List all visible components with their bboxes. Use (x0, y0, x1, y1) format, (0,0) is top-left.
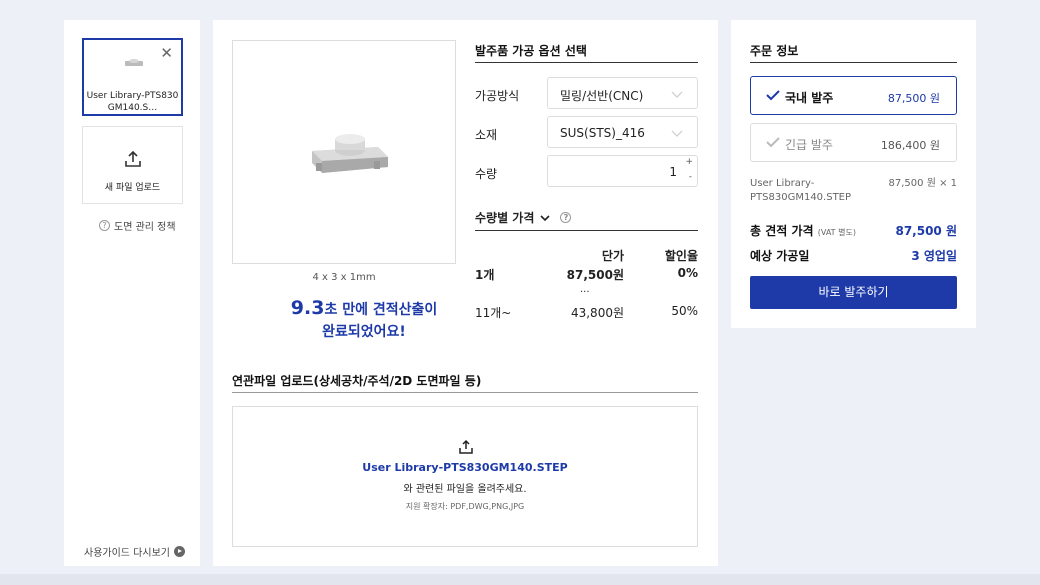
new-upload-label: 새 파일 업로드 (104, 183, 161, 193)
order-item-name: User Library-PTS830GM140.STEP (750, 178, 852, 203)
method-label: 가공방식 (475, 89, 520, 103)
options-title: 발주품 가공 옵션 선택 (475, 44, 587, 58)
related-divider (232, 392, 698, 393)
part-thumbnail (125, 59, 143, 66)
guide-label: 사용가이드 다시보기 (84, 548, 170, 559)
close-icon[interactable]: ✕ (160, 46, 173, 61)
price-row-discount: 0% (677, 266, 698, 280)
domestic-label: 국내 발주 (785, 91, 834, 105)
quantity-stepper[interactable]: 1 + - (547, 155, 698, 187)
policy-label: 도면 관리 정책 (114, 222, 176, 233)
file-name: User Library-PTS830GM140.S… (86, 91, 179, 113)
quote-time-text-2: 완료되었어요! (322, 324, 406, 340)
check-icon (766, 90, 780, 101)
check-icon (766, 137, 780, 148)
quote-time: 9.3 (290, 297, 325, 319)
options-divider (475, 62, 698, 63)
total-value: 87,500 원 (895, 224, 957, 238)
related-file-name: User Library-PTS830GM140.STEP (362, 461, 568, 474)
urgent-order-option[interactable]: 긴급 발주 186,400 원 (750, 123, 957, 162)
drawing-policy-link[interactable]: ? 도면 관리 정책 (99, 218, 176, 233)
new-file-upload-button[interactable]: 새 파일 업로드 (82, 126, 183, 204)
price-row-ellipsis: ... (580, 284, 590, 295)
decrement-button[interactable]: - (689, 172, 692, 182)
domestic-price: 87,500 원 (887, 92, 940, 105)
quantity-value: 1 (669, 165, 677, 179)
quote-complete-message: 9.3초 만에 견적산출이 완료되었어요! (232, 297, 496, 343)
price-row-qty: 11개~ (475, 306, 512, 320)
play-icon (173, 546, 185, 557)
expected-days-value: 3 영업일 (911, 249, 957, 263)
quantity-label: 수량 (475, 167, 498, 181)
price-row-qty: 1개 (475, 268, 495, 282)
order-divider (750, 62, 957, 63)
related-file-dropzone[interactable]: User Library-PTS830GM140.STEP 와 관련된 파일을 … (232, 406, 698, 547)
method-select[interactable]: 밀링/선반(CNC) (547, 77, 698, 109)
chevron-down-icon (671, 130, 683, 137)
col-unit-price: 단가 (601, 249, 624, 263)
price-row-price: 43,800원 (570, 306, 624, 320)
chevron-down-icon (540, 214, 550, 221)
method-value: 밀링/선반(CNC) (560, 89, 644, 103)
price-table-title: 수량별 가격 (475, 211, 535, 225)
order-item-price: 87,500 원 × 1 (888, 178, 957, 189)
col-discount: 할인율 (664, 249, 698, 263)
help-icon: ? (99, 220, 110, 231)
urgent-label: 긴급 발주 (785, 138, 833, 152)
part-3d-model (312, 134, 388, 173)
vat-note: (VAT 별도) (817, 228, 856, 237)
price-divider (475, 230, 698, 231)
chevron-down-icon (671, 91, 683, 98)
material-label: 소재 (475, 128, 498, 142)
price-by-quantity-toggle[interactable]: 수량별 가격 ? (475, 209, 572, 226)
material-select[interactable]: SUS(STS)_416 (547, 116, 698, 148)
page-bottom-bar (0, 574, 1040, 585)
quote-panel: 4 x 3 x 1mm 9.3초 만에 견적산출이 완료되었어요! 발주품 가공… (213, 20, 718, 566)
urgent-price: 186,400 원 (880, 139, 940, 152)
domestic-order-option[interactable]: 국내 발주 87,500 원 (750, 76, 957, 115)
price-row-price: 87,500원 (566, 268, 624, 282)
order-title: 주문 정보 (750, 44, 799, 58)
upload-icon (459, 439, 473, 454)
dimensions-label: 4 x 3 x 1mm (312, 272, 376, 283)
material-value: SUS(STS)_416 (560, 126, 645, 140)
total-label-text: 총 견적 가격 (750, 224, 814, 238)
file-card-selected[interactable]: ✕ User Library-PTS830GM140.S… (82, 38, 183, 116)
order-info-panel: 주문 정보 국내 발주 87,500 원 긴급 발주 186,400 원 Use… (731, 20, 976, 328)
guide-replay-link[interactable]: 사용가이드 다시보기 (84, 544, 185, 559)
increment-button[interactable]: + (685, 157, 693, 167)
expected-days-label: 예상 가공일 (750, 249, 810, 263)
supported-extensions: 지원 확장자: PDF,DWG,PNG,JPG (405, 502, 525, 511)
related-upload-message: 와 관련된 파일을 올려주세요. (403, 484, 527, 495)
order-now-button[interactable]: 바로 발주하기 (750, 276, 957, 309)
help-icon[interactable]: ? (560, 212, 572, 223)
price-row-discount: 50% (671, 304, 698, 318)
model-preview[interactable] (232, 40, 456, 264)
total-label: 총 견적 가격 (VAT 별도) (750, 222, 856, 239)
file-sidebar: ✕ User Library-PTS830GM140.S… 새 파일 업로드 ?… (64, 20, 200, 566)
upload-icon (125, 150, 141, 167)
related-upload-title: 연관파일 업로드(상세공차/주석/2D 도면파일 등) (232, 374, 482, 388)
quote-time-text: 초 만에 견적산출이 (324, 302, 438, 318)
